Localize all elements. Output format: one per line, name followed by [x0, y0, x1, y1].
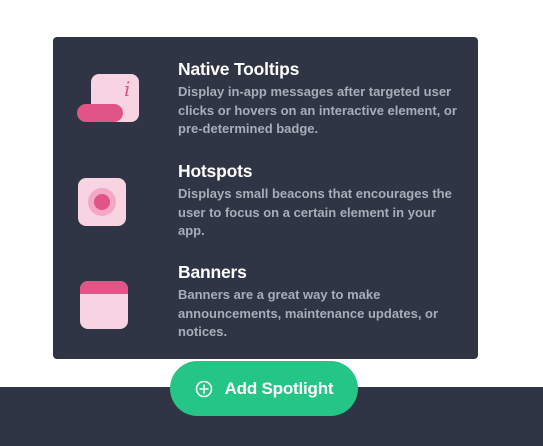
- hotspot-icon: [77, 176, 141, 240]
- feature-title: Native Tooltips: [178, 59, 300, 79]
- svg-text:i: i: [124, 77, 130, 101]
- feature-description: Display in-app messages after targeted u…: [178, 84, 457, 136]
- plus-circle-icon: [195, 380, 213, 398]
- banner-icon: [77, 275, 141, 339]
- tooltip-icon: i: [77, 72, 141, 136]
- feature-menu-card: i Native Tooltips Display in-app message…: [53, 37, 478, 359]
- add-spotlight-button[interactable]: Add Spotlight: [170, 361, 358, 416]
- feature-description: Displays small beacons that encourages t…: [178, 186, 452, 238]
- feature-title: Banners: [178, 262, 247, 282]
- add-spotlight-label: Add Spotlight: [224, 378, 334, 398]
- feature-title: Hotspots: [178, 161, 253, 181]
- feature-description: Banners are a great way to make announce…: [178, 287, 439, 339]
- page: i Native Tooltips Display in-app message…: [0, 0, 543, 446]
